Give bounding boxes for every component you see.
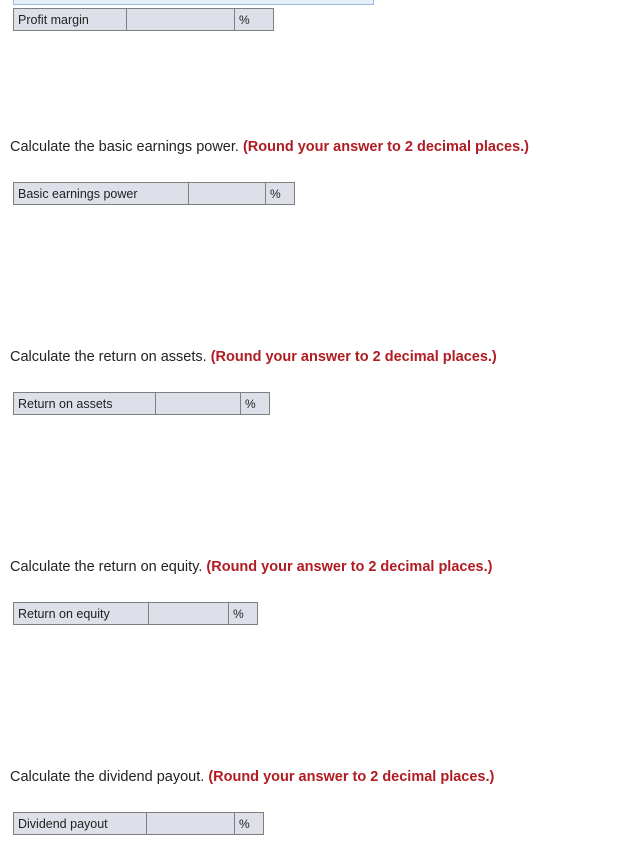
previous-section-box [13, 0, 374, 5]
basic-earnings-power-input-cell[interactable] [188, 182, 266, 205]
dividend-payout-input-cell[interactable] [146, 812, 235, 835]
row-label: Profit margin [13, 8, 127, 31]
question-basic-earnings-power: Calculate the basic earnings power. (Rou… [10, 139, 529, 155]
rounding-note: (Round your answer to 2 decimal places.) [208, 769, 495, 785]
unit-label: % [240, 392, 270, 415]
row-label: Return on assets [13, 392, 156, 415]
rounding-note: (Round your answer to 2 decimal places.) [206, 559, 493, 575]
unit-label: % [234, 8, 274, 31]
profit-margin-table: Profit margin % [13, 8, 274, 31]
profit-margin-input[interactable] [127, 9, 234, 30]
question-text: Calculate the return on assets. [10, 349, 207, 365]
row-label: Dividend payout [13, 812, 147, 835]
unit-label: % [234, 812, 264, 835]
return-on-assets-table: Return on assets % [13, 392, 270, 415]
row-label: Return on equity [13, 602, 149, 625]
question-return-on-equity: Calculate the return on equity. (Round y… [10, 559, 492, 575]
question-text: Calculate the dividend payout. [10, 769, 205, 785]
rounding-note: (Round your answer to 2 decimal places.) [210, 349, 497, 365]
question-dividend-payout: Calculate the dividend payout. (Round yo… [10, 769, 494, 785]
unit-label: % [228, 602, 258, 625]
return-on-assets-input-cell[interactable] [155, 392, 241, 415]
basic-earnings-power-input[interactable] [189, 183, 265, 204]
return-on-equity-input[interactable] [149, 603, 228, 624]
return-on-equity-table: Return on equity % [13, 602, 258, 625]
dividend-payout-input[interactable] [147, 813, 234, 834]
unit-label: % [265, 182, 295, 205]
profit-margin-input-cell[interactable] [126, 8, 235, 31]
return-on-equity-input-cell[interactable] [148, 602, 229, 625]
question-text: Calculate the return on equity. [10, 559, 203, 575]
row-label: Basic earnings power [13, 182, 189, 205]
rounding-note: (Round your answer to 2 decimal places.) [242, 139, 529, 155]
question-text: Calculate the basic earnings power. [10, 139, 239, 155]
return-on-assets-input[interactable] [156, 393, 240, 414]
basic-earnings-power-table: Basic earnings power % [13, 182, 295, 205]
question-return-on-assets: Calculate the return on assets. (Round y… [10, 349, 497, 365]
dividend-payout-table: Dividend payout % [13, 812, 264, 835]
